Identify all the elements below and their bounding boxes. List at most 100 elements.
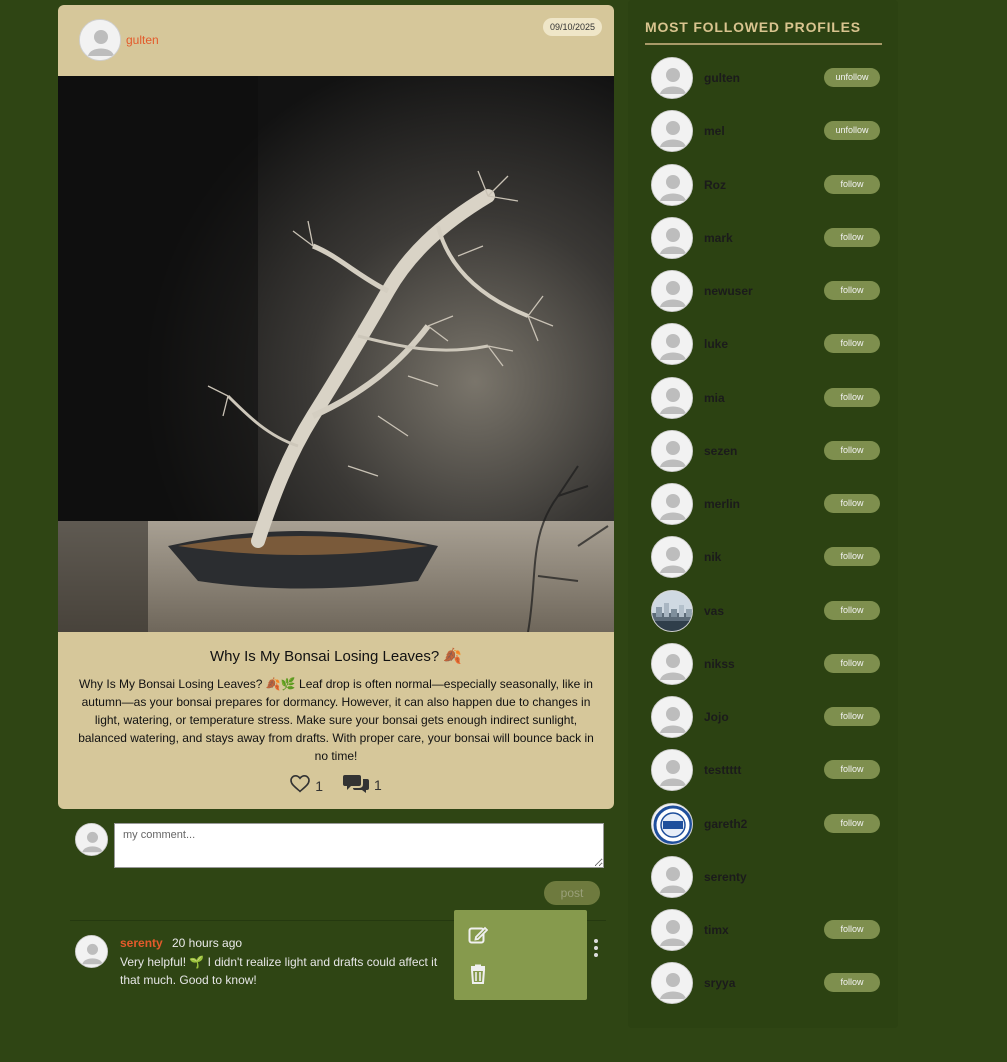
- profile-row: nik follow: [651, 536, 891, 589]
- current-user-avatar: [75, 823, 108, 856]
- profile-row: serenty: [651, 855, 891, 909]
- post-author-name[interactable]: gulten: [126, 33, 159, 47]
- profile-avatar[interactable]: [651, 110, 693, 153]
- profile-avatar[interactable]: [651, 536, 693, 579]
- profile-name[interactable]: testtttt: [704, 763, 741, 777]
- follow-button[interactable]: follow: [824, 547, 880, 567]
- sidebar-title: MOST FOLLOWED PROFILES: [645, 19, 861, 35]
- trash-icon[interactable]: [468, 964, 488, 984]
- follow-button[interactable]: follow: [824, 387, 880, 407]
- follow-button[interactable]: follow: [824, 813, 880, 833]
- follow-button[interactable]: follow: [824, 281, 880, 300]
- comment-input[interactable]: [114, 823, 604, 868]
- profile-row: gareth2 follow: [651, 802, 891, 856]
- follow-button[interactable]: follow: [824, 707, 880, 726]
- profile-avatar[interactable]: [651, 642, 693, 685]
- profile-list: gulten unfollow mel unfollow Roz follow …: [651, 57, 891, 1016]
- profile-avatar[interactable]: [651, 749, 693, 792]
- profile-row: testtttt follow: [651, 749, 891, 802]
- profile-row: sezen follow: [651, 429, 891, 483]
- more-vertical-icon[interactable]: [590, 938, 602, 958]
- follow-button[interactable]: follow: [824, 973, 880, 993]
- profile-avatar[interactable]: [651, 909, 693, 951]
- profile-name[interactable]: gulten: [704, 71, 740, 85]
- follow-button[interactable]: follow: [824, 920, 880, 939]
- profile-name[interactable]: timx: [704, 923, 729, 937]
- profile-name[interactable]: gareth2: [704, 817, 747, 831]
- profile-avatar[interactable]: [651, 57, 693, 99]
- post-card: gulten 09/10/2025 Why Is My Bonsai Losin…: [58, 5, 614, 809]
- profile-row: gulten unfollow: [651, 57, 891, 110]
- profile-name[interactable]: vas: [704, 604, 724, 618]
- post-actions: 1 1: [58, 773, 614, 796]
- profile-row: mia follow: [651, 376, 891, 430]
- post-title: Why Is My Bonsai Losing Leaves? 🍂: [209, 648, 463, 665]
- follow-button[interactable]: follow: [824, 653, 880, 673]
- post-header: gulten 09/10/2025: [58, 5, 614, 76]
- profile-name[interactable]: mel: [704, 124, 725, 138]
- profile-name[interactable]: nikss: [704, 657, 735, 671]
- profile-avatar[interactable]: [651, 696, 693, 738]
- unfollow-button[interactable]: unfollow: [824, 121, 880, 141]
- follow-button[interactable]: follow: [824, 174, 880, 194]
- profile-avatar[interactable]: [651, 802, 693, 845]
- profile-avatar[interactable]: [651, 962, 693, 1005]
- like-count: 1: [315, 777, 324, 794]
- post-image: [58, 76, 614, 632]
- comments-button[interactable]: 1: [342, 773, 382, 796]
- profile-row: mark follow: [651, 216, 891, 270]
- profile-avatar[interactable]: [651, 216, 693, 259]
- profile-name[interactable]: newuser: [704, 284, 753, 298]
- profile-name[interactable]: mark: [704, 231, 733, 245]
- profile-name[interactable]: sryya: [704, 976, 735, 990]
- sidebar-title-underline: [645, 43, 882, 45]
- comment-text: Very helpful! 🌱 I didn't realize light a…: [120, 955, 438, 987]
- follow-button[interactable]: follow: [824, 600, 880, 620]
- post-date-badge: 09/10/2025: [542, 18, 602, 36]
- profile-avatar[interactable]: [651, 323, 693, 366]
- profile-name[interactable]: Jojo: [704, 710, 729, 724]
- comment-author-avatar[interactable]: [75, 935, 108, 968]
- most-followed-sidebar: MOST FOLLOWED PROFILES gulten unfollow m…: [628, 0, 898, 1028]
- profile-row: Jojo follow: [651, 696, 891, 749]
- profile-row: merlin follow: [651, 483, 891, 536]
- profile-row: timx follow: [651, 909, 891, 962]
- follow-button[interactable]: follow: [824, 494, 880, 513]
- profile-row: Roz follow: [651, 163, 891, 217]
- profile-name[interactable]: Roz: [704, 178, 726, 192]
- profile-row: luke follow: [651, 323, 891, 376]
- profile-name[interactable]: merlin: [704, 497, 740, 511]
- profile-row: sryya follow: [651, 962, 891, 1015]
- profile-row: newuser follow: [651, 270, 891, 323]
- profile-avatar[interactable]: [651, 855, 693, 898]
- comment-author[interactable]: serenty: [120, 936, 163, 950]
- profile-avatar[interactable]: [651, 376, 693, 419]
- profile-row: nikss follow: [651, 642, 891, 696]
- follow-button[interactable]: follow: [824, 440, 880, 460]
- post-author-avatar[interactable]: [79, 19, 121, 61]
- profile-name[interactable]: serenty: [704, 870, 747, 884]
- profile-row: vas follow: [651, 589, 891, 643]
- profile-name[interactable]: nik: [704, 550, 721, 564]
- profile-avatar[interactable]: [651, 163, 693, 206]
- profile-avatar[interactable]: [651, 483, 693, 525]
- heart-icon: [290, 774, 311, 796]
- comment-options-menu: [454, 910, 587, 1000]
- profile-avatar[interactable]: [651, 589, 693, 632]
- profile-row: mel unfollow: [651, 110, 891, 163]
- post-comment-button[interactable]: post: [544, 881, 600, 905]
- comment-time: 20 hours ago: [172, 936, 243, 950]
- follow-button[interactable]: follow: [824, 227, 880, 247]
- profile-name[interactable]: luke: [704, 337, 728, 351]
- comments-count: 1: [373, 776, 382, 793]
- profile-avatar[interactable]: [651, 270, 693, 312]
- profile-name[interactable]: mia: [704, 391, 725, 405]
- unfollow-button[interactable]: unfollow: [824, 68, 880, 87]
- follow-button[interactable]: follow: [824, 334, 880, 354]
- profile-name[interactable]: sezen: [704, 444, 737, 458]
- follow-button[interactable]: follow: [824, 760, 880, 780]
- edit-icon[interactable]: [468, 925, 489, 945]
- like-button[interactable]: 1: [290, 774, 324, 796]
- profile-avatar[interactable]: [651, 429, 693, 472]
- post-body: Why Is My Bonsai Losing Leaves? 🍂🌿 Leaf …: [78, 677, 594, 763]
